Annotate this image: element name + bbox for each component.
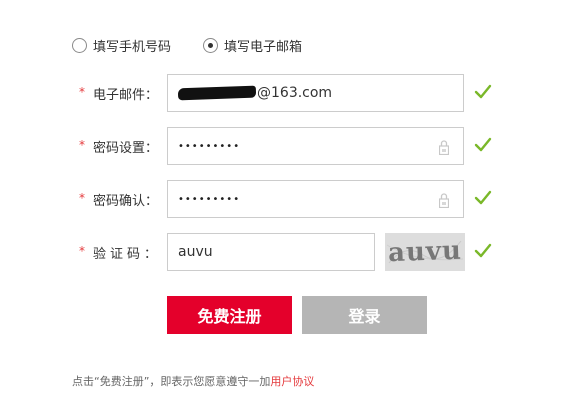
required-mark: * xyxy=(79,85,85,99)
captcha-field[interactable]: auvu xyxy=(167,233,375,271)
check-icon xyxy=(474,137,492,152)
password-value: ••••••••• xyxy=(178,140,241,152)
captcha-row: * 验证码： auvu auvu xyxy=(0,233,575,271)
required-mark: * xyxy=(79,138,85,152)
confirm-password-field[interactable]: ••••••••• xyxy=(167,180,464,218)
user-agreement-link[interactable]: 用户协议 xyxy=(270,375,314,388)
captcha-image-art: auvu xyxy=(386,236,464,269)
password-label: 密码设置： xyxy=(93,141,159,156)
captcha-image-text: auvu xyxy=(388,236,463,269)
login-button[interactable]: 登录 xyxy=(302,296,427,334)
confirm-password-row: * 密码确认： ••••••••• xyxy=(0,180,575,218)
redacted-mask xyxy=(177,85,257,101)
check-icon xyxy=(474,243,492,258)
radio-email-label[interactable]: 填写电子邮箱 xyxy=(224,36,302,55)
required-mark: * xyxy=(79,244,85,258)
radio-email-circle[interactable] xyxy=(203,37,219,53)
email-label: 电子邮件： xyxy=(93,88,159,103)
register-button[interactable]: 免费注册 xyxy=(167,296,292,334)
confirm-password-value: ••••••••• xyxy=(178,193,241,205)
password-field[interactable]: ••••••••• xyxy=(167,127,464,165)
email-value-suffix: @163.com xyxy=(257,85,333,101)
check-icon xyxy=(474,84,492,99)
radio-phone[interactable]: 填写手机号码 xyxy=(72,36,171,55)
radio-phone-circle[interactable] xyxy=(72,37,87,53)
required-mark: * xyxy=(79,191,85,205)
radio-phone-label[interactable]: 填写手机号码 xyxy=(93,36,171,55)
check-icon xyxy=(474,190,492,205)
terms-notice: 点击“免费注册”，即表示您愿意遵守一加用户协议 xyxy=(72,373,314,389)
captcha-label: 验证码： xyxy=(93,247,162,262)
lock-icon xyxy=(439,140,449,155)
lock-icon xyxy=(439,193,449,208)
captcha-image[interactable]: auvu xyxy=(385,233,465,271)
email-field[interactable]: @163.com xyxy=(167,74,464,112)
confirm-password-label: 密码确认： xyxy=(93,194,159,209)
radio-email[interactable]: 填写电子邮箱 xyxy=(203,36,302,55)
terms-text: 点击“免费注册”，即表示您愿意遵守一加 xyxy=(72,375,271,388)
captcha-value: auvu xyxy=(178,244,213,260)
contact-type-selector: 填写手机号码 填写电子邮箱 xyxy=(72,35,302,55)
email-row: * 电子邮件： @163.com xyxy=(0,74,575,112)
password-row: * 密码设置： ••••••••• xyxy=(0,127,575,165)
